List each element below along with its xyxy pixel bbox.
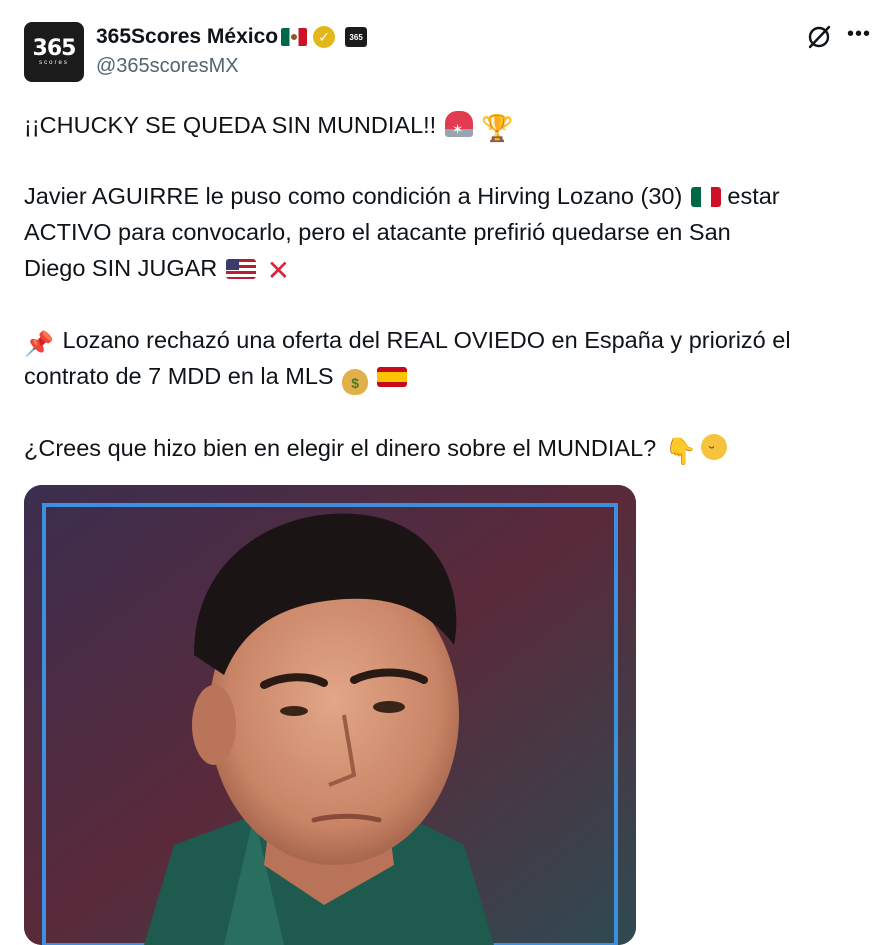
tweet-text: Javier AGUIRRE le puso como condición a … bbox=[24, 183, 683, 209]
flag-mexico-icon bbox=[690, 187, 721, 207]
cross-mark-icon: ✕ bbox=[266, 255, 291, 286]
tweet-text: ¡¡CHUCKY SE QUEDA SIN MUNDIAL!! bbox=[24, 112, 437, 138]
tweet-line: Javier AGUIRRE le puso como condición a … bbox=[24, 178, 780, 214]
pushpin-icon: 📌 bbox=[24, 331, 54, 358]
avatar-logo-text: 365 bbox=[32, 35, 77, 61]
tweet-text: ¿Crees que hizo bien en elegir el dinero… bbox=[24, 435, 657, 461]
trophy-icon: 🏆 bbox=[481, 113, 514, 143]
grok-icon[interactable] bbox=[806, 24, 832, 50]
player-photo bbox=[24, 485, 636, 945]
thinking-face-icon bbox=[701, 434, 728, 472]
author-name-row: 365Scores México ✓ 365 bbox=[96, 22, 368, 52]
flag-usa-icon bbox=[225, 259, 256, 279]
avatar[interactable]: 365 scores bbox=[24, 22, 84, 82]
author-handle[interactable]: @365scoresMX bbox=[96, 55, 239, 78]
tweet-text: Lozano rechazó una oferta del REAL OVIED… bbox=[62, 327, 791, 353]
verified-badge-icon[interactable]: ✓ bbox=[313, 26, 336, 48]
tweet-line: 📌 Lozano rechazó una oferta del REAL OVI… bbox=[24, 322, 791, 358]
backhand-index-down-icon: 👇 bbox=[664, 436, 698, 466]
author-display-name[interactable]: 365Scores México bbox=[96, 25, 278, 49]
tweet-line: Diego SIN JUGAR ✕ bbox=[24, 250, 292, 286]
tweet-line: ¿Crees que hizo bien en elegir el dinero… bbox=[24, 430, 728, 472]
tweet-line: ACTIVO para convocarlo, pero el atacante… bbox=[24, 214, 731, 250]
tweet-line: ¡¡CHUCKY SE QUEDA SIN MUNDIAL!! 🏆 bbox=[24, 107, 514, 147]
tweet-text: Diego SIN JUGAR bbox=[24, 255, 218, 281]
affiliate-badge-icon[interactable]: 365 bbox=[345, 27, 368, 47]
avatar-logo-subtext: scores bbox=[39, 59, 69, 66]
tweet: 365 scores 365Scores México ✓ 365 @365sc… bbox=[0, 0, 881, 945]
money-bag-icon: $ bbox=[342, 369, 369, 395]
flag-spain-icon bbox=[376, 367, 407, 387]
tweet-line: contrato de 7 MDD en la MLS $ bbox=[24, 358, 407, 395]
police-light-icon bbox=[444, 111, 473, 147]
tweet-image[interactable] bbox=[24, 485, 636, 945]
tweet-text: estar bbox=[727, 183, 780, 209]
tweet-text: contrato de 7 MDD en la MLS bbox=[24, 363, 334, 389]
tweet-text: ACTIVO para convocarlo, pero el atacante… bbox=[24, 219, 731, 245]
more-options-icon[interactable]: ••• bbox=[847, 24, 871, 46]
flag-mexico-icon bbox=[281, 28, 308, 46]
